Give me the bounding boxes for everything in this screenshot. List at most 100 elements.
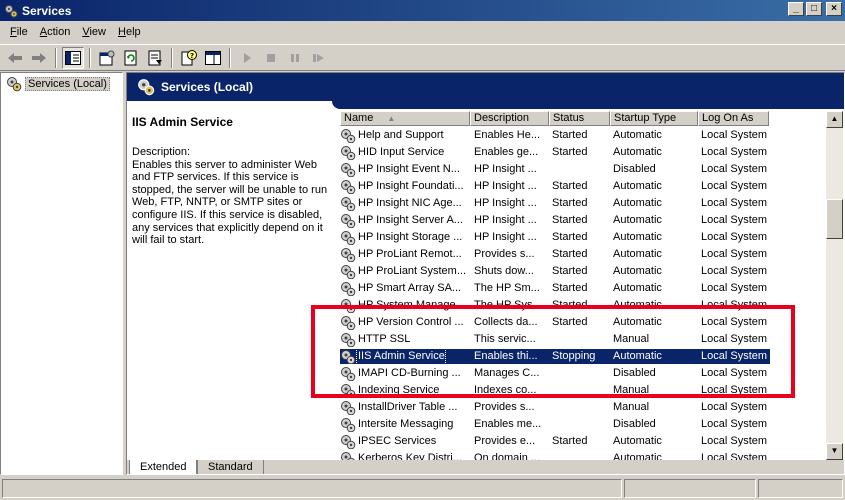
service-description: Provides s... bbox=[474, 248, 535, 260]
service-name-cell: InstallDriver Table ... bbox=[340, 400, 470, 415]
minimize-button[interactable]: _ bbox=[788, 2, 804, 16]
service-log-on-as: Local System bbox=[701, 214, 768, 226]
svg-text:?: ? bbox=[190, 52, 194, 60]
pause-service-button[interactable] bbox=[284, 47, 306, 69]
service-log-on-as: Local System bbox=[701, 418, 768, 430]
maximize-button[interactable]: □ bbox=[806, 2, 822, 16]
pause-icon bbox=[291, 53, 299, 62]
status-panel-3 bbox=[758, 479, 843, 498]
service-description: HP Insight ... bbox=[474, 231, 537, 243]
restart-icon bbox=[313, 53, 324, 62]
service-name: HID Input Service bbox=[358, 146, 445, 158]
column-header-startup-type[interactable]: Startup Type bbox=[610, 111, 698, 126]
service-row[interactable]: Intersite Messaging Enables me... Disabled… bbox=[340, 416, 770, 433]
service-description: Provides s... bbox=[474, 401, 535, 413]
services-gear-icon bbox=[5, 4, 18, 17]
services-list: Name ▲ Description Status Startup Type Lo… bbox=[340, 111, 844, 460]
service-gear-icon bbox=[341, 434, 356, 449]
service-name-cell: HP Insight Foundati... bbox=[340, 179, 470, 194]
help-button[interactable]: ? bbox=[178, 47, 200, 69]
service-gear-icon bbox=[341, 145, 356, 160]
menu-file[interactable]: File bbox=[4, 24, 34, 40]
service-row[interactable]: IPSEC Services Provides e... Started Automa… bbox=[340, 433, 770, 450]
service-log-on-as: Local System bbox=[701, 435, 768, 447]
service-row[interactable]: HP Insight Server A... HP Insight ... Star… bbox=[340, 212, 770, 229]
service-name: HP Smart Array SA... bbox=[358, 282, 462, 294]
service-startup-type: Automatic bbox=[613, 129, 662, 141]
back-button[interactable] bbox=[4, 47, 26, 69]
scroll-up-button[interactable]: ▲ bbox=[826, 111, 843, 128]
service-row[interactable]: Kerberos Key Distri... On domain ... Autom… bbox=[340, 450, 770, 460]
export-list-button[interactable] bbox=[144, 47, 166, 69]
column-header-log-on-as[interactable]: Log On As bbox=[698, 111, 769, 126]
menu-bar: File Action View Help bbox=[0, 22, 845, 42]
service-gear-icon bbox=[341, 213, 356, 228]
menu-help[interactable]: Help bbox=[112, 24, 147, 40]
service-log-on-as: Local System bbox=[701, 248, 768, 260]
service-name: HP Insight Event N... bbox=[358, 163, 460, 175]
service-row[interactable]: HP ProLiant System... Shuts dow... Started… bbox=[340, 263, 770, 280]
service-status: Started bbox=[552, 180, 588, 192]
service-row[interactable]: HP Smart Array SA... The HP Sm... Started A… bbox=[340, 280, 770, 297]
service-row[interactable]: HP Insight Foundati... HP Insight ... Star… bbox=[340, 178, 770, 195]
description-text: Enables this server to administer Web an… bbox=[132, 158, 328, 247]
service-log-on-as: Local System bbox=[701, 401, 768, 413]
show-console-tree-button[interactable] bbox=[62, 46, 84, 69]
show-hide-action-pane-button[interactable] bbox=[202, 47, 224, 69]
service-row[interactable]: InstallDriver Table ... Provides s... Manu… bbox=[340, 399, 770, 416]
properties-button[interactable] bbox=[96, 47, 118, 69]
sort-ascending-icon: ▲ bbox=[387, 114, 396, 123]
tree-item-services-local[interactable]: Services (Local) bbox=[4, 76, 112, 92]
console-tree: Services (Local) bbox=[0, 72, 123, 475]
column-header-description[interactable]: Description bbox=[470, 111, 549, 126]
service-status: Started bbox=[552, 146, 588, 158]
service-row[interactable]: HP Insight NIC Age... HP Insight ... Start… bbox=[340, 195, 770, 212]
column-header-name[interactable]: Name ▲ bbox=[340, 111, 470, 126]
service-gear-icon bbox=[341, 281, 356, 296]
action-pane-icon bbox=[205, 50, 221, 65]
service-gear-icon bbox=[341, 230, 356, 245]
play-icon bbox=[244, 52, 251, 63]
properties-icon bbox=[99, 50, 115, 65]
restart-service-button[interactable] bbox=[308, 47, 330, 69]
vertical-scrollbar[interactable]: ▲ ▼ bbox=[826, 111, 843, 460]
tree-item-label: Services (Local) bbox=[25, 77, 110, 91]
service-name: Intersite Messaging bbox=[358, 418, 454, 430]
service-name: HP Insight Foundati... bbox=[358, 180, 464, 192]
service-log-on-as: Local System bbox=[701, 452, 768, 460]
column-header-status[interactable]: Status bbox=[549, 111, 610, 126]
service-row[interactable]: HID Input Service Enables ge... Started Aut… bbox=[340, 144, 770, 161]
close-button[interactable]: × bbox=[826, 2, 842, 16]
service-name-cell: HP Smart Array SA... bbox=[340, 281, 470, 296]
service-name: IPSEC Services bbox=[358, 435, 437, 447]
service-status bbox=[550, 417, 611, 432]
refresh-button[interactable] bbox=[120, 47, 142, 69]
status-bar bbox=[0, 478, 845, 500]
tab-extended[interactable]: Extended bbox=[129, 460, 198, 474]
service-status: Started bbox=[552, 435, 588, 447]
service-startup-type: Automatic bbox=[613, 265, 662, 277]
stop-service-button[interactable] bbox=[260, 47, 282, 69]
service-row[interactable]: HP ProLiant Remot... Provides s... Started… bbox=[340, 246, 770, 263]
toolbar-separator bbox=[171, 47, 173, 68]
service-row[interactable]: HP Insight Storage ... HP Insight ... Star… bbox=[340, 229, 770, 246]
menu-view[interactable]: View bbox=[76, 24, 112, 40]
service-row[interactable]: HP Insight Event N... HP Insight ... Disab… bbox=[340, 161, 770, 178]
status-panel-main bbox=[2, 479, 622, 498]
export-list-icon bbox=[148, 50, 162, 65]
forward-button[interactable] bbox=[28, 47, 50, 69]
service-row[interactable]: Help and Support Enables He... Started Auto… bbox=[340, 127, 770, 144]
service-description: On domain ... bbox=[474, 452, 541, 460]
title-bar[interactable]: Services _ □ × bbox=[0, 0, 845, 21]
menu-action[interactable]: Action bbox=[34, 24, 77, 40]
scroll-down-button[interactable]: ▼ bbox=[826, 443, 843, 460]
service-status: Started bbox=[552, 282, 588, 294]
details-header-title: Services (Local) bbox=[161, 80, 254, 94]
start-service-button[interactable] bbox=[236, 47, 258, 69]
scroll-thumb[interactable] bbox=[826, 199, 843, 239]
service-startup-type: Manual bbox=[613, 401, 650, 413]
tab-standard[interactable]: Standard bbox=[197, 460, 264, 474]
service-status bbox=[550, 451, 611, 460]
service-description: Enables He... bbox=[474, 129, 541, 141]
service-name: Kerberos Key Distri... bbox=[358, 452, 462, 460]
